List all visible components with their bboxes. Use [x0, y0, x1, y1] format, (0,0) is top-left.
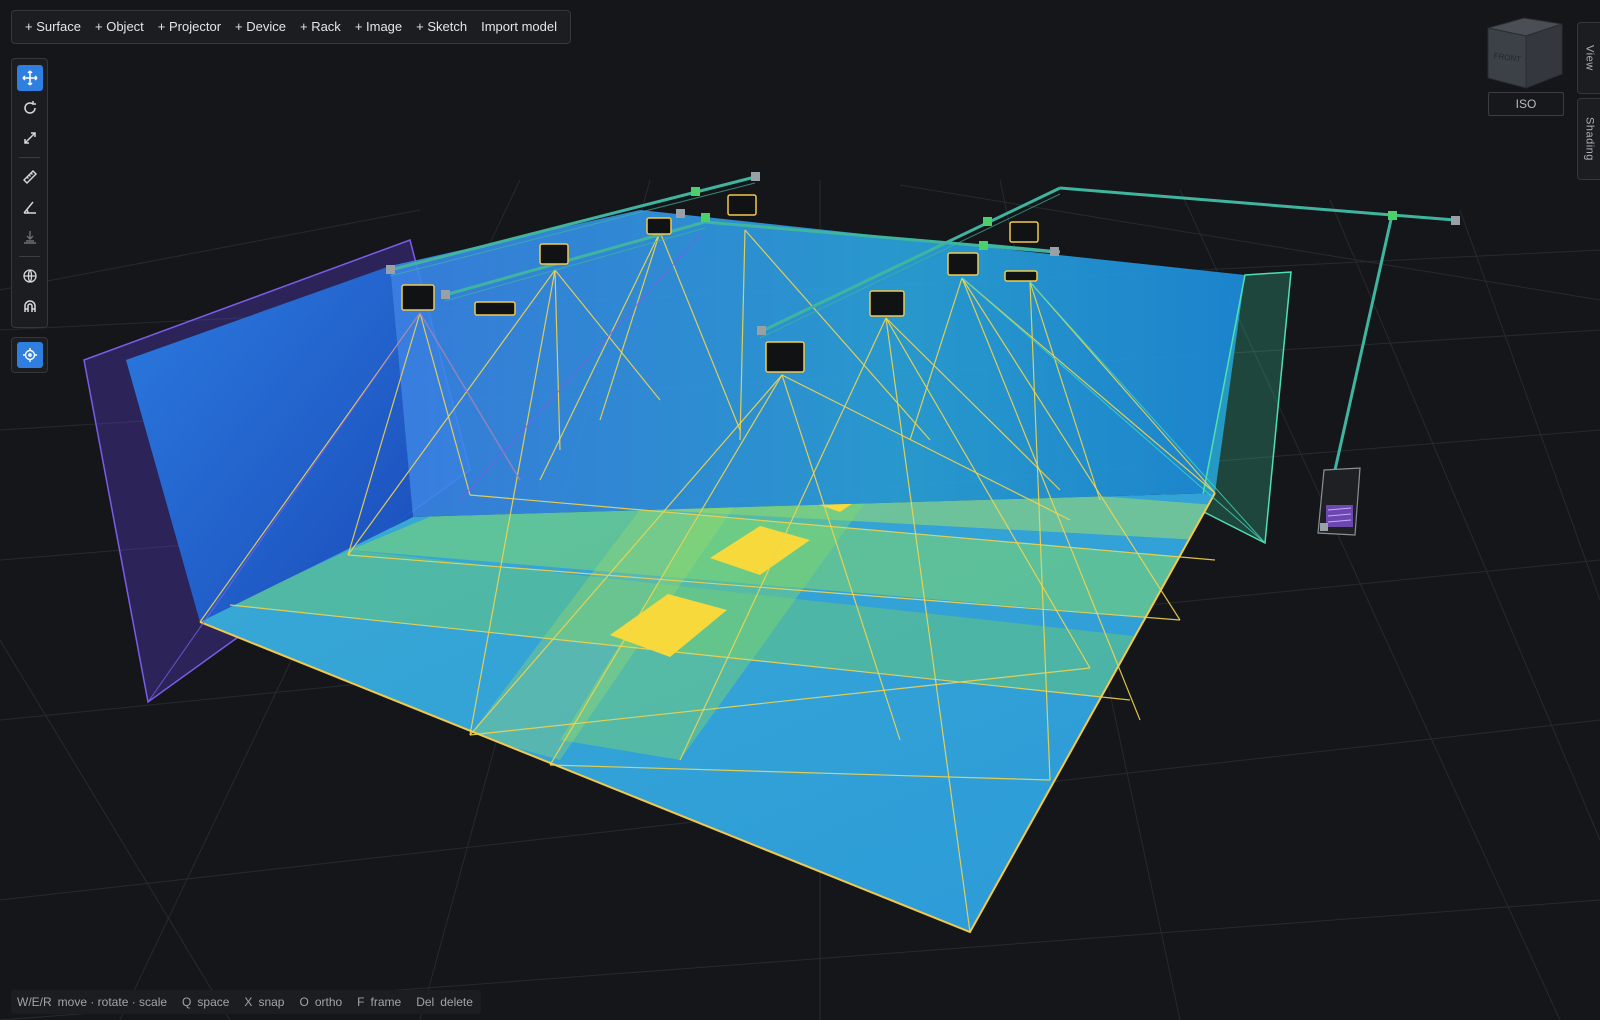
ruler-icon: [22, 170, 37, 184]
view-tab-label: View: [1583, 45, 1596, 71]
iso-view-button[interactable]: ISO: [1488, 92, 1564, 116]
focus-palette: [11, 337, 48, 373]
angle-icon: [22, 201, 36, 214]
rack-device[interactable]: [1317, 467, 1361, 536]
snap-magnet-button[interactable]: [17, 293, 43, 319]
add-sketch-button[interactable]: + Sketch: [409, 15, 474, 39]
import-model-button[interactable]: Import model: [474, 15, 564, 39]
move-tool-button[interactable]: [16, 65, 43, 91]
tool-divider: [19, 157, 40, 158]
shortcut-hint: Xsnap: [244, 995, 285, 1009]
add-device-button[interactable]: + Device: [228, 15, 293, 39]
globe-icon: [22, 269, 37, 283]
rotate-icon: [23, 101, 36, 114]
add-image-button[interactable]: + Image: [348, 15, 409, 39]
view-panel-tab[interactable]: View: [1577, 22, 1600, 94]
rotate-tool-button[interactable]: [17, 95, 43, 121]
shading-tab-label: Shading: [1583, 117, 1596, 161]
shortcut-hint: Qspace: [182, 995, 230, 1009]
view-cube[interactable]: FRONT: [1484, 8, 1566, 90]
drop-to-floor-tool-button[interactable]: [17, 224, 43, 250]
move-icon: [21, 70, 38, 86]
shortcut-hint: Fframe: [357, 995, 402, 1009]
measure-tool-button[interactable]: [17, 164, 43, 190]
shading-panel-tab[interactable]: Shading: [1577, 98, 1600, 180]
3d-viewport[interactable]: [0, 0, 1600, 1020]
tool-divider: [19, 256, 40, 257]
world-space-button[interactable]: [17, 263, 43, 289]
focus-tool-button[interactable]: [16, 342, 43, 368]
add-object-button[interactable]: + Object: [88, 15, 151, 39]
angle-tool-button[interactable]: [17, 194, 43, 220]
scale-icon: [23, 132, 36, 144]
drop-to-floor-icon: [23, 231, 36, 244]
tool-palette: [11, 58, 48, 328]
shortcut-hint: Del delete: [416, 995, 473, 1009]
shortcut-hint-bar: W/E/R move · rotate · scale Qspace Xsnap …: [11, 990, 481, 1014]
add-rack-button[interactable]: + Rack: [293, 15, 348, 39]
top-toolbar: + Surface + Object + Projector + Device …: [11, 10, 571, 44]
shortcut-hint: W/E/R move · rotate · scale: [17, 995, 168, 1009]
crosshair-icon: [22, 348, 37, 362]
shortcut-hint: Oortho: [299, 995, 343, 1009]
magnet-icon: [23, 300, 36, 312]
scale-tool-button[interactable]: [17, 125, 43, 151]
add-projector-button[interactable]: + Projector: [151, 15, 228, 39]
add-surface-button[interactable]: + Surface: [18, 15, 88, 39]
